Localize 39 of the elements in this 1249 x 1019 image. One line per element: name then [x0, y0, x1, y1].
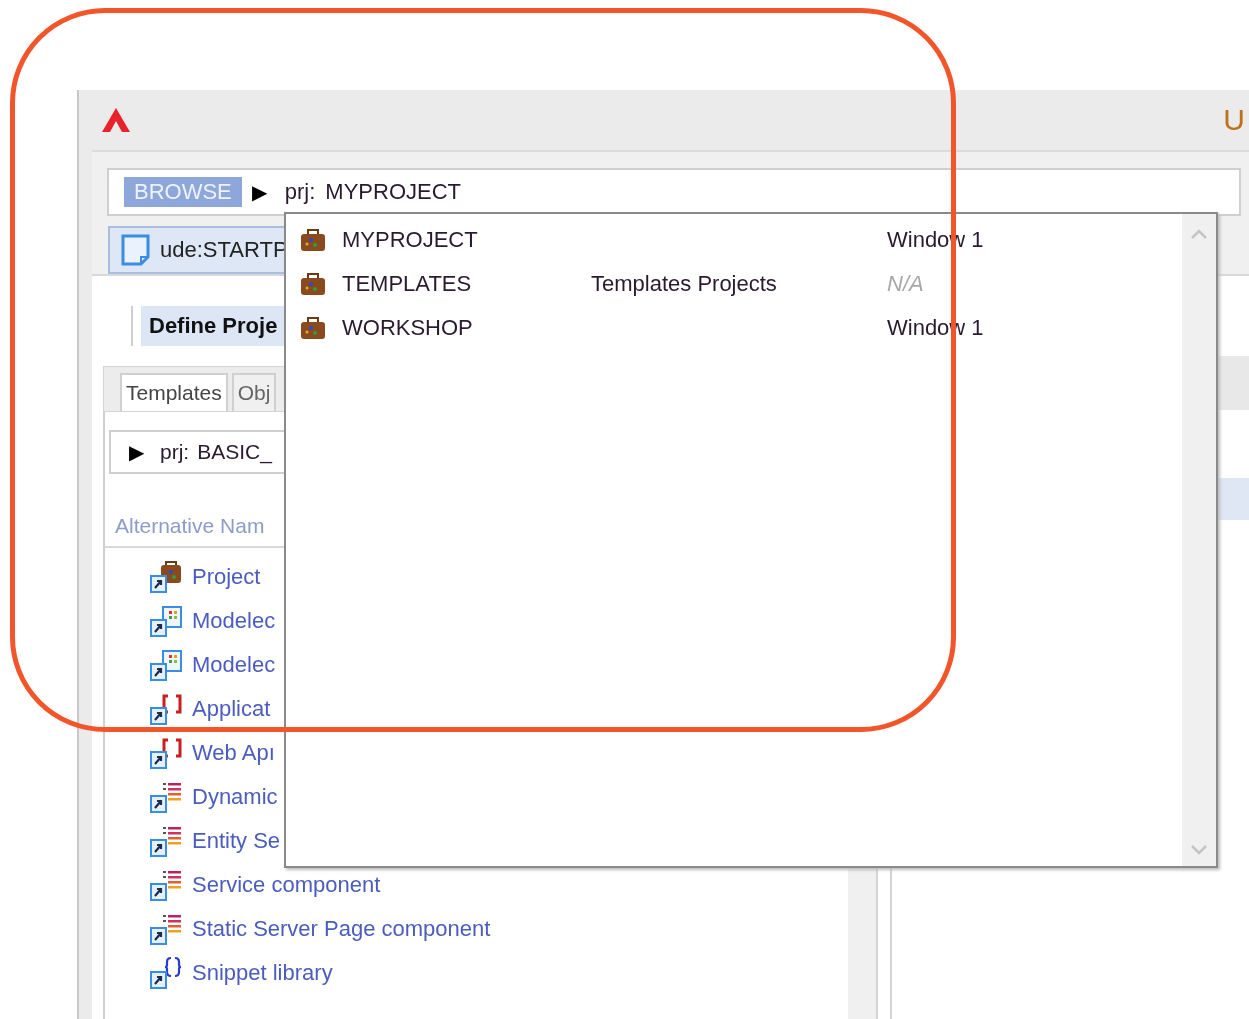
template-item[interactable]: Applicat — [192, 696, 271, 722]
path-prefix: prj: — [160, 440, 190, 464]
panel-tab[interactable]: Obj — [231, 373, 277, 411]
bracket-shortcut-icon — [149, 692, 183, 726]
suitcase-icon — [300, 228, 326, 252]
template-item[interactable]: Project — [192, 564, 261, 590]
suitcase-icon — [300, 316, 326, 340]
template-item[interactable]: Modelec — [192, 652, 276, 678]
template-item[interactable]: Dynamic — [192, 784, 278, 810]
list-shortcut-icon — [149, 912, 183, 946]
model-shortcut-icon — [149, 648, 183, 682]
window-title: U — [1223, 103, 1245, 137]
list-shortcut-icon — [149, 868, 183, 902]
browse-label: BROWSE — [124, 177, 242, 207]
template-item[interactable]: Entity Se — [192, 828, 281, 854]
scrollbar[interactable] — [1182, 214, 1216, 866]
chevron-up-icon[interactable] — [1190, 228, 1208, 240]
model-shortcut-icon — [149, 604, 183, 638]
logo-icon — [101, 107, 131, 133]
project-path: MYPROJECT — [325, 179, 462, 205]
bracket-shortcut-icon — [149, 736, 183, 770]
browse-bar[interactable]: BROWSE ▶ prj: MYPROJECT — [107, 168, 1241, 216]
chevron-down-icon[interactable] — [1190, 844, 1208, 856]
list-shortcut-icon — [149, 780, 183, 814]
suitcase-icon — [300, 272, 326, 296]
project-shortcut-icon — [149, 560, 183, 594]
template-item[interactable]: Service component — [192, 872, 381, 898]
braces-shortcut-icon — [149, 956, 183, 990]
template-item[interactable]: Modelec — [192, 608, 276, 634]
template-item[interactable]: Static Server Page component — [192, 916, 491, 942]
document-icon — [120, 233, 152, 267]
template-item[interactable]: Web Apı — [192, 740, 275, 766]
list-shortcut-icon — [149, 824, 183, 858]
arrow-glyph: ▶ — [251, 180, 267, 204]
arrow-glyph: ▶ — [129, 440, 144, 464]
path-prefix: prj: — [284, 179, 316, 205]
panel-tab[interactable]: Templates — [120, 373, 228, 411]
project-path: BASIC_ — [197, 440, 272, 464]
template-item[interactable]: Snippet library — [192, 960, 333, 986]
